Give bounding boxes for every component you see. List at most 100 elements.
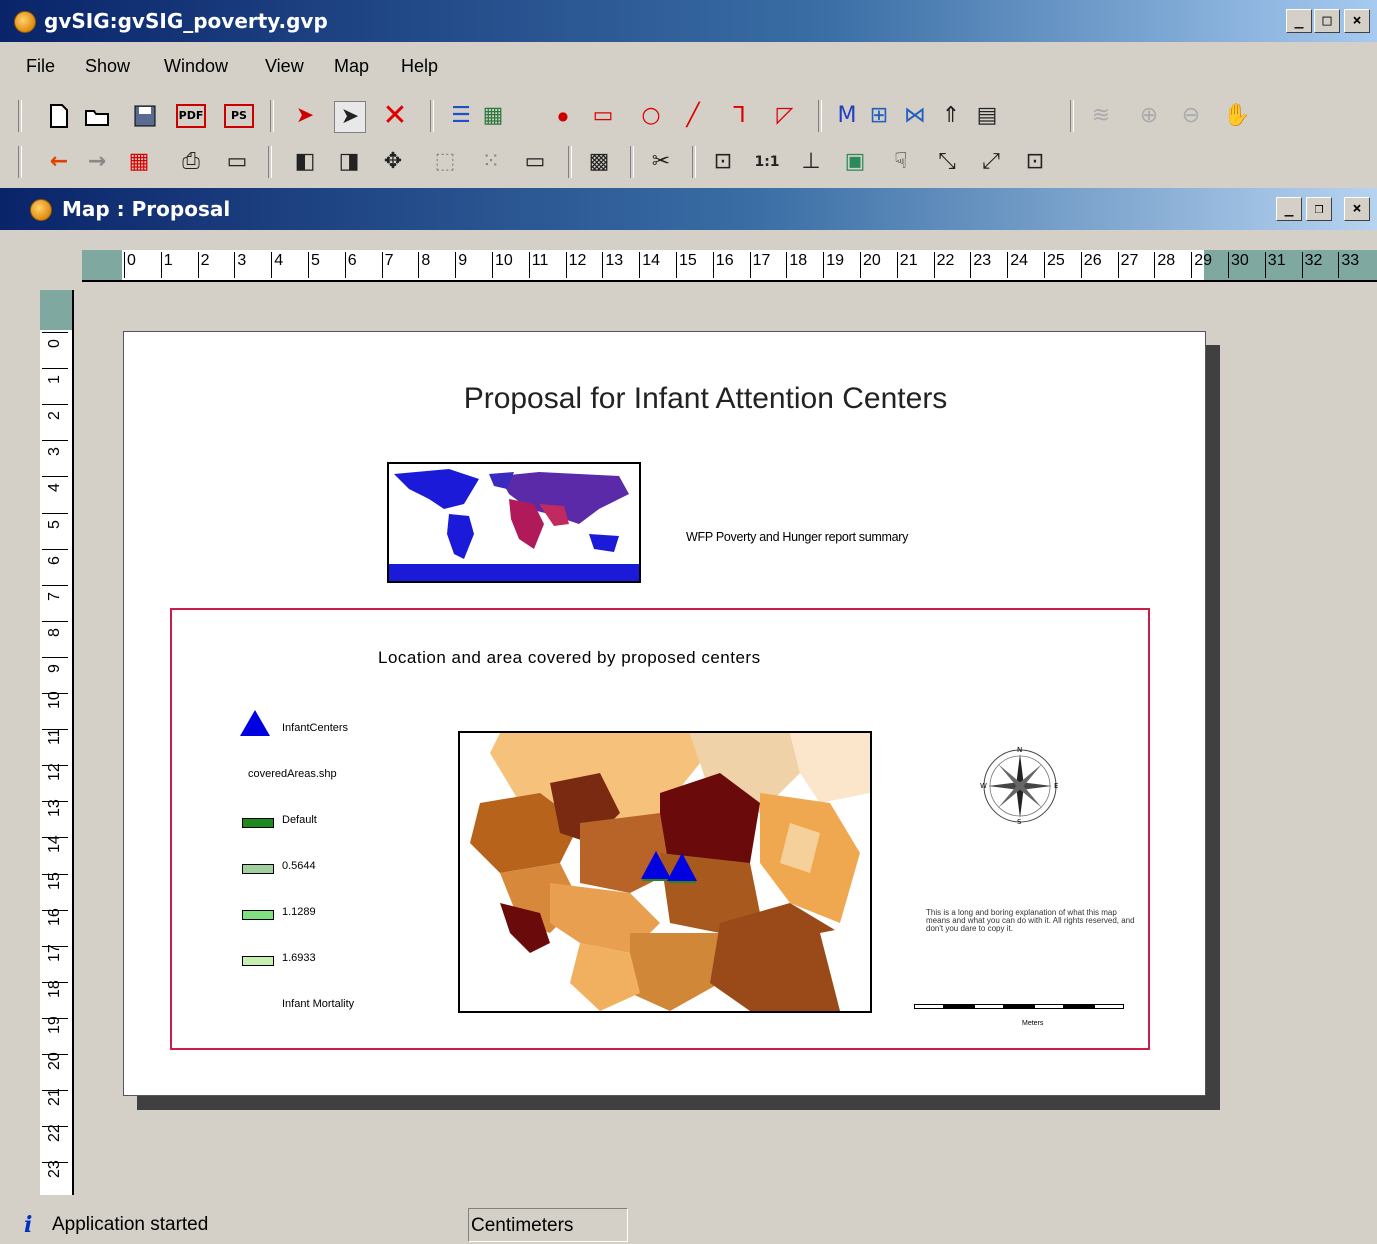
legend-area-layer: coveredAreas.shp [248,768,337,780]
group-icon[interactable]: ⬚ [430,147,460,177]
ruler-label: 22 [936,252,955,269]
ruler-label: 26 [1083,252,1102,269]
summary-text[interactable]: WFP Poverty and Hunger report summary [686,530,908,544]
ungroup-icon[interactable]: ⁙ [476,147,506,177]
forward-arrow-icon[interactable]: → [82,147,112,177]
ruler-label: 11 [531,252,549,269]
menu-show[interactable]: Show [85,56,130,77]
open-folder-icon[interactable] [82,101,112,131]
info-icon: i [24,1212,33,1238]
scale-bar[interactable]: Meters [902,990,1124,1030]
select-pointer-icon[interactable]: ➤ [334,101,366,133]
status-bar: i Application started Centimeters [0,1200,1377,1244]
menu-window[interactable]: Window [164,56,228,77]
zoom-layout-icon[interactable]: ⊡ [708,147,738,177]
ruler-tick [42,332,68,333]
map-close-button[interactable]: × [1344,197,1370,221]
toolbar-row-2: ← → ▦ ⎙ ▭ ◧ ◨ ✥ ⬚ ⁙ ▭ ▩ ✂ ⊡ 1:1 ⊥ ▣ ☟ ⤡ … [0,140,1377,184]
ruler-label: 23 [46,1160,63,1179]
export-ps-icon[interactable]: PS [224,101,254,131]
zoom-out-view-icon[interactable]: ⤢ [976,147,1006,177]
ruler-tick [1154,252,1156,278]
insert-point-icon[interactable]: ● [548,101,578,131]
pan-view-icon[interactable]: ☟ [886,147,916,177]
insert-table-icon[interactable]: ▤ [972,101,1002,131]
tools-icon[interactable]: ✂ [646,147,676,177]
pan-hand-icon: ✋ [1223,103,1251,128]
map-restore-button[interactable]: ❐ [1306,197,1332,221]
insert-north-arrow-icon[interactable]: ⇑ [936,101,966,131]
ruler-tick [1044,252,1045,278]
menu-view[interactable]: View [265,56,304,77]
minimize-button[interactable]: _ [1286,9,1312,33]
ruler-label: 8 [421,252,431,269]
insert-view-icon[interactable]: ▦ [478,101,508,131]
back-arrow-icon[interactable]: ← [44,147,74,177]
gvsig-map-icon [30,199,52,221]
ruler-label: 2 [200,252,210,269]
ruler-tick [749,252,751,278]
border-icon[interactable]: ▭ [520,147,550,177]
save-icon[interactable] [130,101,160,131]
ruler-label: 13 [46,799,63,818]
select-layer-icon[interactable]: ➤ [290,101,320,131]
disclaimer-text[interactable]: This is a long and boring explanation of… [926,909,1136,933]
zoom-one-to-one-icon[interactable]: 1:1 [752,147,782,177]
send-back-icon[interactable]: ◨ [334,147,364,177]
map-minimize-button[interactable]: _ [1276,197,1302,221]
units-field[interactable]: Centimeters [468,1208,628,1242]
ruler-label: 7 [46,591,63,601]
ruler-label: 31 [1267,252,1286,269]
insert-legend-icon[interactable]: ☰ [446,101,476,131]
export-pdf-icon[interactable]: PDF [176,101,206,131]
layout-title[interactable]: Proposal for Infant Attention Centers [124,382,1205,416]
zoom-select-icon[interactable]: ⊡ [1020,147,1050,177]
map-frame-group[interactable]: Location and area covered by proposed ce… [170,608,1150,1050]
ruler-tick [42,368,68,370]
grid-settings-icon[interactable]: ▩ [584,147,614,177]
ruler-label: 3 [237,252,247,269]
ruler-label: 18 [46,980,63,998]
insert-line-icon[interactable]: ╱ [678,101,708,131]
print-icon[interactable]: ⎙ [176,147,206,177]
regional-map-frame[interactable] [458,731,872,1013]
ruler-label: 3 [46,447,63,457]
table-icon[interactable]: ▦ [124,147,154,177]
insert-scale-icon[interactable]: ⋈ [900,101,930,131]
page-setup-icon[interactable]: ▭ [222,147,252,177]
ruler-label: 9 [458,252,468,269]
maximize-button[interactable]: □ [1314,9,1340,33]
world-map-frame[interactable] [387,462,641,583]
insert-circle-icon[interactable]: ○ [636,101,666,131]
map-view-icon[interactable]: ▣ [840,147,870,177]
ruler-tick [786,252,788,278]
menu-file[interactable]: File [26,56,55,77]
ruler-label: 0 [127,252,136,269]
zoom-full-icon[interactable]: ⊥ [796,147,826,177]
move-icon[interactable]: ✥ [378,147,408,177]
north-arrow[interactable]: N S E W [980,746,1060,826]
zoom-in-view-icon[interactable]: ⤡ [932,147,962,177]
menu-help[interactable]: Help [401,56,438,77]
insert-grid-icon[interactable]: ⊞ [864,101,894,131]
ruler-tick [124,252,125,278]
horizontal-ruler: 0 1 2 3 4 5 6 7 8 9 10 11 12 13 14 15 16 17 18 19 20 21 22 23 24… [82,250,1377,282]
delete-icon[interactable]: ✕ [380,101,410,131]
ruler-tick [1191,252,1193,278]
menu-map[interactable]: Map [334,56,369,77]
insert-north-icon[interactable]: Ⅿ [832,101,862,131]
legend[interactable]: InfantCenters coveredAreas.shp Default 0… [238,708,398,1018]
ruler-label: 6 [347,252,357,269]
legend-point-layer: InfantCenters [282,722,349,734]
frame-title[interactable]: Location and area covered by proposed ce… [378,648,761,668]
close-button[interactable]: × [1344,9,1370,33]
insert-polygon-icon[interactable]: ◸ [770,101,800,131]
ruler-label: 14 [46,835,63,854]
ruler-label: 27 [1120,252,1139,269]
ruler-tick [1007,252,1009,278]
bring-front-icon[interactable]: ◧ [290,147,320,177]
insert-rectangle-icon[interactable]: ▭ [588,101,618,131]
new-file-icon[interactable] [44,101,74,131]
insert-polyline-icon[interactable]: ᒣ [724,101,754,131]
ruler-label: 16 [46,907,63,926]
